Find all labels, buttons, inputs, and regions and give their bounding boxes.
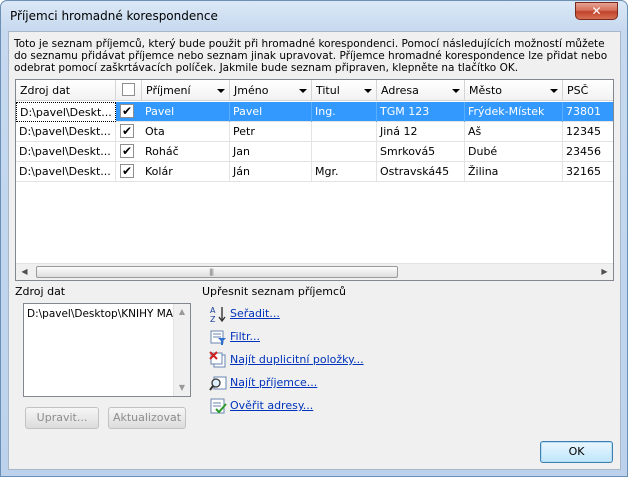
select-all-checkbox[interactable] (122, 83, 135, 96)
sort-link-text[interactable]: Seřadit... (230, 307, 280, 320)
scroll-up-icon[interactable]: ▲ (174, 304, 190, 320)
cell-source: D:\pavel\Deskt... (16, 122, 116, 142)
column-header-label: Příjmení (146, 84, 191, 97)
table-row[interactable]: D:\pavel\Deskt... ✔ Ota Petr Jiná 12 Aš … (16, 122, 613, 142)
recipient-checkbox[interactable]: ✔ (120, 164, 134, 178)
scroll-down-icon[interactable]: ▼ (174, 380, 190, 396)
cell-address: Ostravská45 (377, 162, 465, 182)
find-recipient-icon (209, 376, 227, 391)
scrollbar-thumb[interactable]: ||| (36, 266, 398, 278)
cell-city: Dubé (465, 142, 563, 162)
cell-zip: 32165 (566, 165, 601, 178)
table-row[interactable]: D:\pavel\Deskt... ✔ Roháč Jan Smrková5 D… (16, 142, 613, 162)
cell-title: Mgr. (312, 162, 377, 182)
svg-text:Z: Z (210, 315, 216, 323)
dialog-client-area: Toto je seznam příjemců, který bude použ… (8, 31, 621, 470)
list-item[interactable]: D:\pavel\Desktop\KNIHY MANU (27, 308, 189, 320)
column-header-label: Jméno (234, 84, 269, 97)
data-source-list[interactable]: D:\pavel\Desktop\KNIHY MANU ▲ ▼ (23, 303, 191, 397)
cell-city: Žilina (465, 162, 563, 182)
dropdown-arrow-icon[interactable] (299, 89, 307, 93)
column-header-label: Zdroj dat (20, 84, 71, 97)
cell-zip: 73801 (566, 105, 601, 118)
svg-text:A: A (210, 306, 216, 315)
title-bar[interactable]: Příjemci hromadné korespondence ✕ (1, 1, 627, 31)
grip-icon: ||| (209, 268, 214, 276)
dropdown-arrow-icon[interactable] (452, 89, 460, 93)
column-header-label: Titul (316, 84, 340, 97)
column-header-surname[interactable]: Příjmení (142, 80, 230, 101)
close-button[interactable]: ✕ (575, 2, 618, 20)
cell-name: Pavel (230, 102, 312, 122)
cell-surname: Kolár (142, 162, 230, 182)
cell-city: Frýdek-Místek (465, 102, 563, 122)
column-header-label: PSČ (567, 84, 589, 97)
recipient-checkbox[interactable]: ✔ (120, 144, 134, 158)
recipient-checkbox[interactable]: ✔ (120, 104, 134, 118)
column-header-city[interactable]: Město (465, 80, 563, 101)
column-header-zip[interactable]: PSČ (563, 80, 613, 101)
cell-name: Petr (230, 122, 312, 142)
column-header-label: Adresa (381, 84, 419, 97)
cell-surname: Pavel (142, 102, 230, 122)
cell-source: D:\pavel\Deskt... (16, 142, 116, 162)
cell-address: Jiná 12 (377, 122, 465, 142)
cell-source: D:\pavel\Deskt... (16, 102, 116, 122)
dropdown-arrow-icon[interactable] (217, 89, 225, 93)
cell-address: Smrková5 (377, 142, 465, 162)
recipients-grid[interactable]: Zdroj dat Příjmení Jméno Titul Adresa Mě… (15, 79, 614, 281)
source-panel-label: Zdroj dat (15, 285, 66, 298)
cell-surname: Roháč (142, 142, 230, 162)
cell-title (312, 122, 377, 142)
duplicates-icon (209, 351, 226, 368)
cell-name: Jan (230, 142, 312, 162)
grid-header: Zdroj dat Příjmení Jméno Titul Adresa Mě… (16, 80, 613, 101)
mail-merge-recipients-dialog: Příjemci hromadné korespondence ✕ Toto j… (0, 0, 628, 477)
edit-button[interactable]: Upravit... (25, 407, 99, 429)
window-title: Příjemci hromadné korespondence (10, 9, 218, 23)
column-header-source[interactable]: Zdroj dat (16, 80, 116, 101)
cell-source: D:\pavel\Deskt... (16, 162, 116, 182)
refresh-button[interactable]: Aktualizovat (108, 407, 186, 429)
filter-link-text[interactable]: Filtr... (230, 330, 260, 343)
cell-city: Aš (465, 122, 563, 142)
find-duplicates-link-text[interactable]: Najít duplicitní položky... (230, 353, 364, 366)
table-row[interactable]: D:\pavel\Deskt... ✔ Kolár Ján Mgr. Ostra… (16, 162, 613, 182)
column-header-label: Město (469, 84, 503, 97)
filter-icon (210, 330, 226, 345)
table-row[interactable]: D:\pavel\Deskt... ✔ Pavel Pavel Ing. TGM… (16, 102, 613, 122)
column-header-address[interactable]: Adresa (377, 80, 465, 101)
cell-name: Ján (230, 162, 312, 182)
recipient-checkbox[interactable]: ✔ (120, 124, 134, 138)
refine-label: Upřesnit seznam příjemců (202, 285, 346, 298)
column-header-name[interactable]: Jméno (230, 80, 312, 101)
find-recipient-link-text[interactable]: Najít příjemce... (230, 376, 317, 389)
vertical-scrollbar[interactable]: ▲ ▼ (173, 304, 190, 396)
dropdown-arrow-icon[interactable] (364, 89, 372, 93)
validate-addresses-link-text[interactable]: Ověřit adresy... (230, 399, 313, 412)
cell-title: Ing. (312, 102, 377, 122)
cell-zip: 12345 (566, 125, 601, 138)
scroll-right-icon[interactable]: ▶ (596, 264, 613, 280)
dropdown-arrow-icon[interactable] (550, 89, 558, 93)
horizontal-scrollbar[interactable]: ◀ ||| ▶ (16, 263, 613, 280)
intro-text: Toto je seznam příjemců, který bude použ… (14, 38, 608, 74)
cell-surname: Ota (142, 122, 230, 142)
sort-az-icon: A Z (210, 306, 226, 323)
ok-button[interactable]: OK (540, 441, 613, 463)
cell-title (312, 142, 377, 162)
column-header-title[interactable]: Titul (312, 80, 377, 101)
cell-zip: 23456 (566, 145, 601, 158)
cell-address: TGM 123 (377, 102, 465, 122)
validate-addresses-icon (210, 398, 227, 414)
scroll-left-icon[interactable]: ◀ (16, 264, 33, 280)
